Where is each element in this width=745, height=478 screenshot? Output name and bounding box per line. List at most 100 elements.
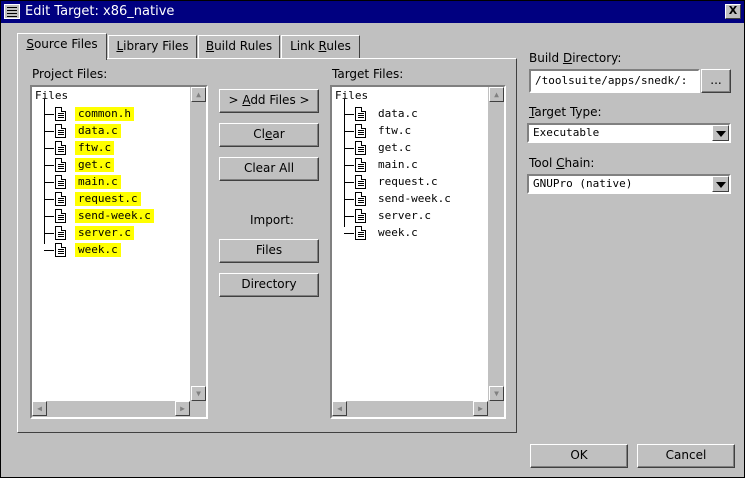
tab-library-files[interactable]: Library Files	[108, 35, 197, 59]
file-name: server.c	[378, 209, 431, 222]
chevron-down-icon[interactable]	[712, 176, 729, 192]
tab-label: uild Rules	[214, 39, 273, 53]
scroll-right-icon[interactable]: ▶	[473, 401, 488, 416]
target-files-label: Target Files:	[332, 67, 404, 81]
scroll-down-icon[interactable]: ▼	[191, 386, 206, 401]
tree-file-item[interactable]: data.c	[32, 123, 182, 140]
close-icon[interactable]: X	[725, 4, 741, 19]
target-files-tree[interactable]: Files ▲ ▼ ◀ ▶ data.c ftw.c get.c main.c requ…	[330, 85, 506, 419]
browse-button[interactable]: ...	[701, 69, 731, 93]
tree-line	[344, 131, 354, 132]
file-icon	[55, 226, 66, 240]
scroll-up-icon[interactable]: ▲	[191, 87, 206, 102]
file-name: request.c	[75, 192, 141, 206]
tree-file-item[interactable]: get.c	[32, 157, 182, 174]
tree-file-item[interactable]: main.c	[332, 157, 482, 174]
tab-label: ibrary Files	[123, 39, 189, 53]
file-name: ftw.c	[75, 141, 115, 155]
title-bar[interactable]: Edit Target: x86_native X	[1, 1, 744, 23]
file-name: send-week.c	[378, 192, 451, 205]
vertical-scrollbar[interactable]: ▲ ▼	[488, 87, 504, 401]
file-name: server.c	[75, 226, 134, 240]
tree-root-label: Files	[335, 89, 369, 102]
tree-file-item[interactable]: send-week.c	[332, 191, 482, 208]
tree-line	[344, 182, 354, 183]
vertical-scrollbar[interactable]: ▲ ▼	[190, 87, 206, 401]
tree-line	[44, 199, 54, 200]
tree-line	[44, 233, 54, 234]
file-name: common.h	[75, 107, 134, 121]
tree-file-item[interactable]: ftw.c	[32, 140, 182, 157]
scroll-down-icon[interactable]: ▼	[489, 386, 504, 401]
import-label: Import:	[250, 213, 294, 227]
clear-all-button[interactable]: Clear All	[219, 157, 319, 181]
horizontal-scrollbar[interactable]: ◀ ▶	[32, 401, 190, 417]
scroll-up-icon[interactable]: ▲	[489, 87, 504, 102]
button-label-pre: Cl	[253, 127, 266, 141]
file-icon	[55, 158, 66, 172]
file-icon	[55, 209, 66, 223]
scroll-right-icon[interactable]: ▶	[175, 401, 190, 416]
file-name: main.c	[75, 175, 121, 189]
file-icon	[355, 226, 366, 240]
chevron-down-icon[interactable]	[712, 125, 729, 141]
tab-source-files[interactable]: Source Files	[17, 33, 107, 60]
tree-file-item[interactable]: common.h	[32, 106, 182, 123]
file-icon	[355, 209, 366, 223]
ok-button[interactable]: OK	[530, 444, 628, 468]
file-icon	[55, 175, 66, 189]
file-name: ftw.c	[378, 124, 412, 137]
target-type-select[interactable]: Executable	[527, 123, 731, 143]
file-icon	[55, 192, 66, 206]
add-files-button[interactable]: > Add Files >	[219, 89, 319, 113]
tree-line	[344, 233, 354, 234]
file-name: send-week.c	[75, 209, 154, 223]
import-files-button[interactable]: Files	[219, 239, 319, 263]
file-icon	[355, 192, 366, 206]
label-rest: irectory:	[572, 51, 622, 65]
tab-mnemonic: S	[26, 37, 34, 51]
file-name: data.c	[75, 124, 121, 138]
file-icon	[355, 107, 366, 121]
file-name: main.c	[378, 158, 418, 171]
scroll-left-icon[interactable]: ◀	[332, 401, 347, 416]
tree-line	[344, 114, 354, 115]
clear-button[interactable]: Clear	[219, 123, 319, 147]
tree-file-item[interactable]: send-week.c	[32, 208, 182, 225]
target-type-label: Target Type:	[529, 105, 602, 119]
tree-line	[44, 216, 54, 217]
scroll-left-icon[interactable]: ◀	[32, 401, 47, 416]
import-directory-button[interactable]: Directory	[219, 273, 319, 297]
build-directory-input[interactable]: /toolsuite/apps/snedk/:	[529, 69, 700, 93]
label-pre: Build	[529, 51, 563, 65]
tree-line	[44, 182, 54, 183]
file-name: week.c	[378, 226, 418, 239]
tab-label-pre: Link	[290, 39, 319, 53]
project-files-tree[interactable]: Files ▲ ▼ ◀ ▶ common.h data.c ftw.c get.c ma…	[30, 85, 208, 419]
file-icon	[55, 107, 66, 121]
button-label: dd Files >	[250, 93, 310, 107]
tree-file-item[interactable]: get.c	[332, 140, 482, 157]
tree-file-item[interactable]: week.c	[32, 242, 182, 259]
tree-line	[344, 148, 354, 149]
build-directory-label: Build Directory:	[529, 51, 621, 65]
tree-file-item[interactable]: request.c	[32, 191, 182, 208]
tool-chain-label: Tool Chain:	[529, 156, 594, 170]
horizontal-scrollbar[interactable]: ◀ ▶	[332, 401, 488, 417]
tree-file-item[interactable]: ftw.c	[332, 123, 482, 140]
file-icon	[55, 124, 66, 138]
tree-file-item[interactable]: week.c	[332, 225, 482, 242]
label-rest: arget Type:	[534, 105, 602, 119]
tab-build-rules[interactable]: Build Rules	[198, 35, 280, 59]
tree-file-item[interactable]: main.c	[32, 174, 182, 191]
tab-link-rules[interactable]: Link Rules	[281, 35, 360, 59]
tool-chain-select[interactable]: GNUPro (native)	[527, 174, 731, 194]
tree-file-item[interactable]: server.c	[332, 208, 482, 225]
tree-line	[344, 165, 354, 166]
tree-file-item[interactable]: request.c	[332, 174, 482, 191]
window-menu-icon[interactable]	[4, 4, 20, 19]
tree-file-item[interactable]: data.c	[332, 106, 482, 123]
tree-file-item[interactable]: server.c	[32, 225, 182, 242]
tree-line	[44, 148, 54, 149]
cancel-button[interactable]: Cancel	[637, 444, 735, 468]
